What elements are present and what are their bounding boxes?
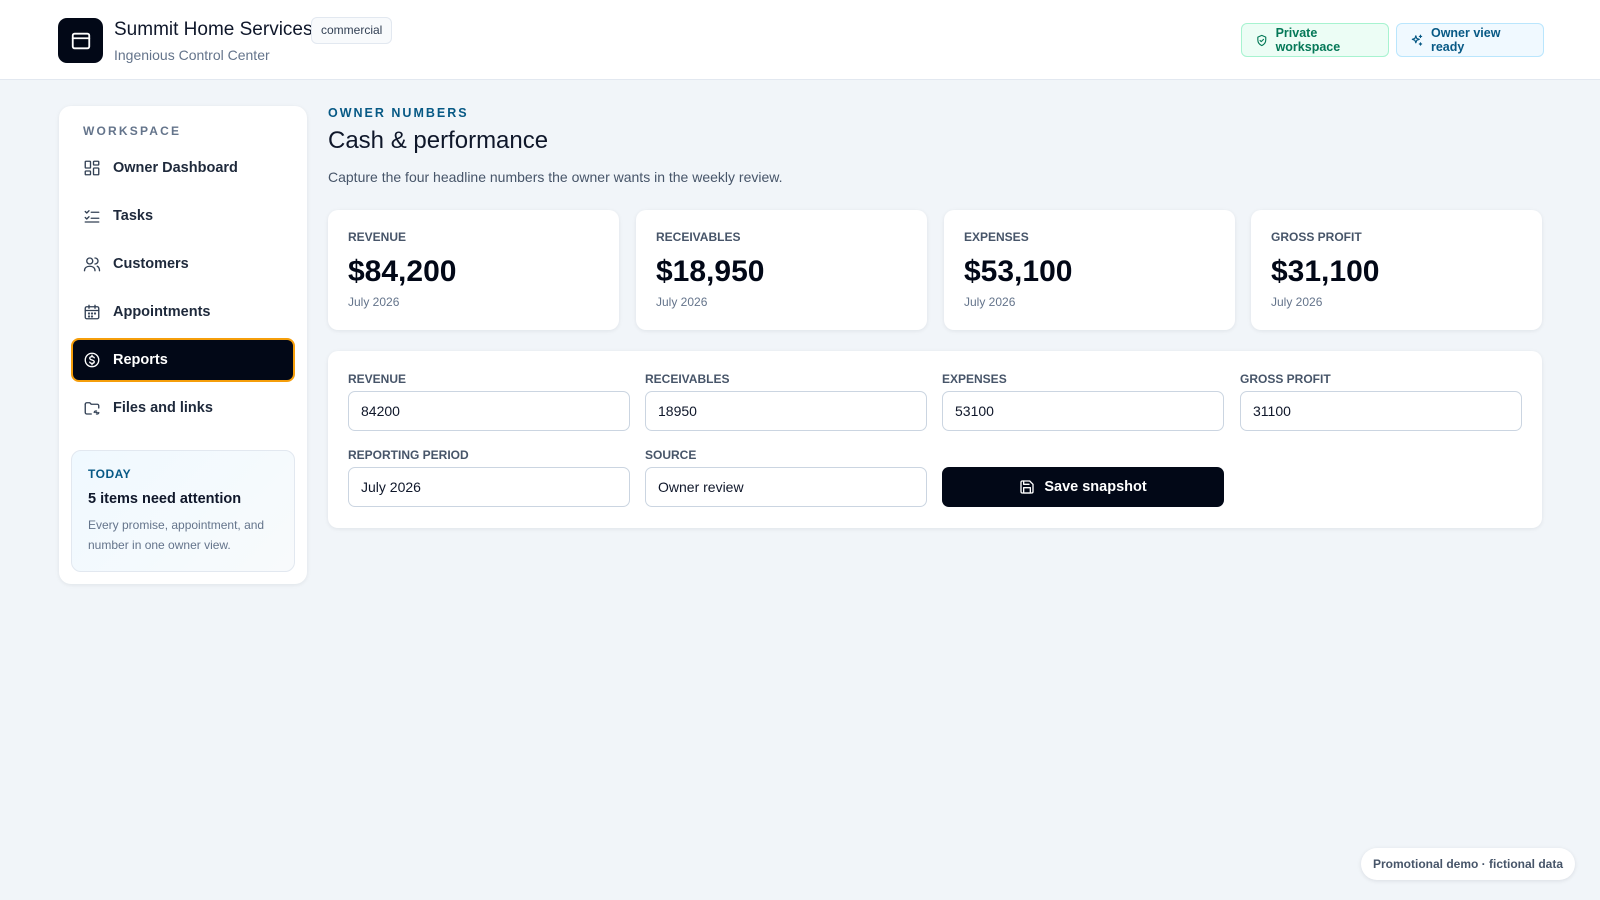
users-icon [83,257,101,272]
owner-view-badge: Owner view ready [1396,23,1544,57]
brand-subtitle: Ingenious Control Center [114,47,270,63]
sidebar-item-owner-dashboard[interactable]: Owner Dashboard [71,146,295,190]
reporting-period-field-label: REPORTING PERIOD [348,448,469,462]
sidebar-item-label: Tasks [113,208,154,224]
reporting-period-input[interactable] [348,467,630,507]
revenue-input[interactable] [348,391,630,431]
top-header: Summit Home Services commercial Ingeniou… [0,0,1600,80]
page-description: Capture the four headline numbers the ow… [328,169,783,185]
sidebar-item-appointments[interactable]: Appointments [71,290,295,334]
sidebar-item-reports[interactable]: Reports [71,338,295,382]
sidebar-item-tasks[interactable]: Tasks [71,194,295,238]
browser-window-icon [71,32,90,49]
private-workspace-label: Private workspace [1275,26,1341,54]
today-title: 5 items need attention [88,491,242,507]
stat-label: RECEIVABLES [656,230,741,244]
stat-period: July 2026 [656,295,708,309]
owner-view-label: Owner view ready [1430,26,1501,54]
private-workspace-badge: Private workspace [1241,23,1389,57]
sparkles-icon [1411,34,1423,46]
today-card: TODAY 5 items need attention Every promi… [71,450,295,572]
receivables-input[interactable] [645,391,927,431]
sidebar-item-label: Files and links [113,400,213,416]
stat-card-receivables: RECEIVABLES $18,950 July 2026 [636,210,927,330]
expenses-field-label: EXPENSES [942,372,1007,386]
list-checks-icon [84,210,100,223]
stat-label: REVENUE [348,230,407,244]
stat-value: $18,950 [656,255,765,288]
stat-period: July 2026 [1271,295,1323,309]
demo-badge: Promotional demo · fictional data [1361,848,1575,880]
shield-check-icon [1257,34,1267,46]
revenue-field-label: REVENUE [348,372,407,386]
sidebar-section-label: WORKSPACE [83,124,182,138]
sidebar: WORKSPACE Owner Dashboard Tasks Customer… [59,106,307,584]
stat-card-expenses: EXPENSES $53,100 July 2026 [944,210,1235,330]
stat-card-gross-profit: GROSS PROFIT $31,100 July 2026 [1251,210,1542,330]
stat-period: July 2026 [964,295,1016,309]
brand-name: Summit Home Services [114,19,313,40]
folder-link-icon [84,402,100,415]
brand-tag-badge: commercial [311,17,393,44]
stat-card-revenue: REVENUE $84,200 July 2026 [328,210,619,330]
section-eyebrow: OWNER NUMBERS [328,106,469,120]
sidebar-item-label: Reports [113,352,168,368]
save-snapshot-label: Save snapshot [1044,479,1147,495]
app-logo[interactable] [58,18,103,63]
source-input[interactable] [645,467,927,507]
save-snapshot-button[interactable]: Save snapshot [942,467,1224,507]
sidebar-item-label: Owner Dashboard [113,160,238,176]
stat-value: $31,100 [1271,255,1380,288]
stat-value: $53,100 [964,255,1073,288]
gross-profit-input[interactable] [1240,391,1522,431]
stat-value: $84,200 [348,255,457,288]
gross-profit-field-label: GROSS PROFIT [1240,372,1331,386]
stat-label: EXPENSES [964,230,1029,244]
source-field-label: SOURCE [645,448,697,462]
numbers-form: REVENUE RECEIVABLES EXPENSES GROSS PROFI… [328,351,1542,528]
stat-label: GROSS PROFIT [1271,230,1362,244]
sidebar-item-label: Customers [113,256,189,272]
save-icon [1020,480,1034,494]
sidebar-item-label: Appointments [113,304,211,320]
stat-period: July 2026 [348,295,400,309]
dashboard-icon [84,160,100,176]
page-title: Cash & performance [328,127,549,154]
dollar-circle-icon [84,352,100,368]
receivables-field-label: RECEIVABLES [645,372,730,386]
sidebar-item-customers[interactable]: Customers [71,242,295,286]
expenses-input[interactable] [942,391,1224,431]
calendar-icon [84,304,100,320]
today-text: Every promise, appointment, and number i… [88,518,265,552]
today-label: TODAY [88,467,132,481]
sidebar-item-files-and-links[interactable]: Files and links [71,386,295,430]
